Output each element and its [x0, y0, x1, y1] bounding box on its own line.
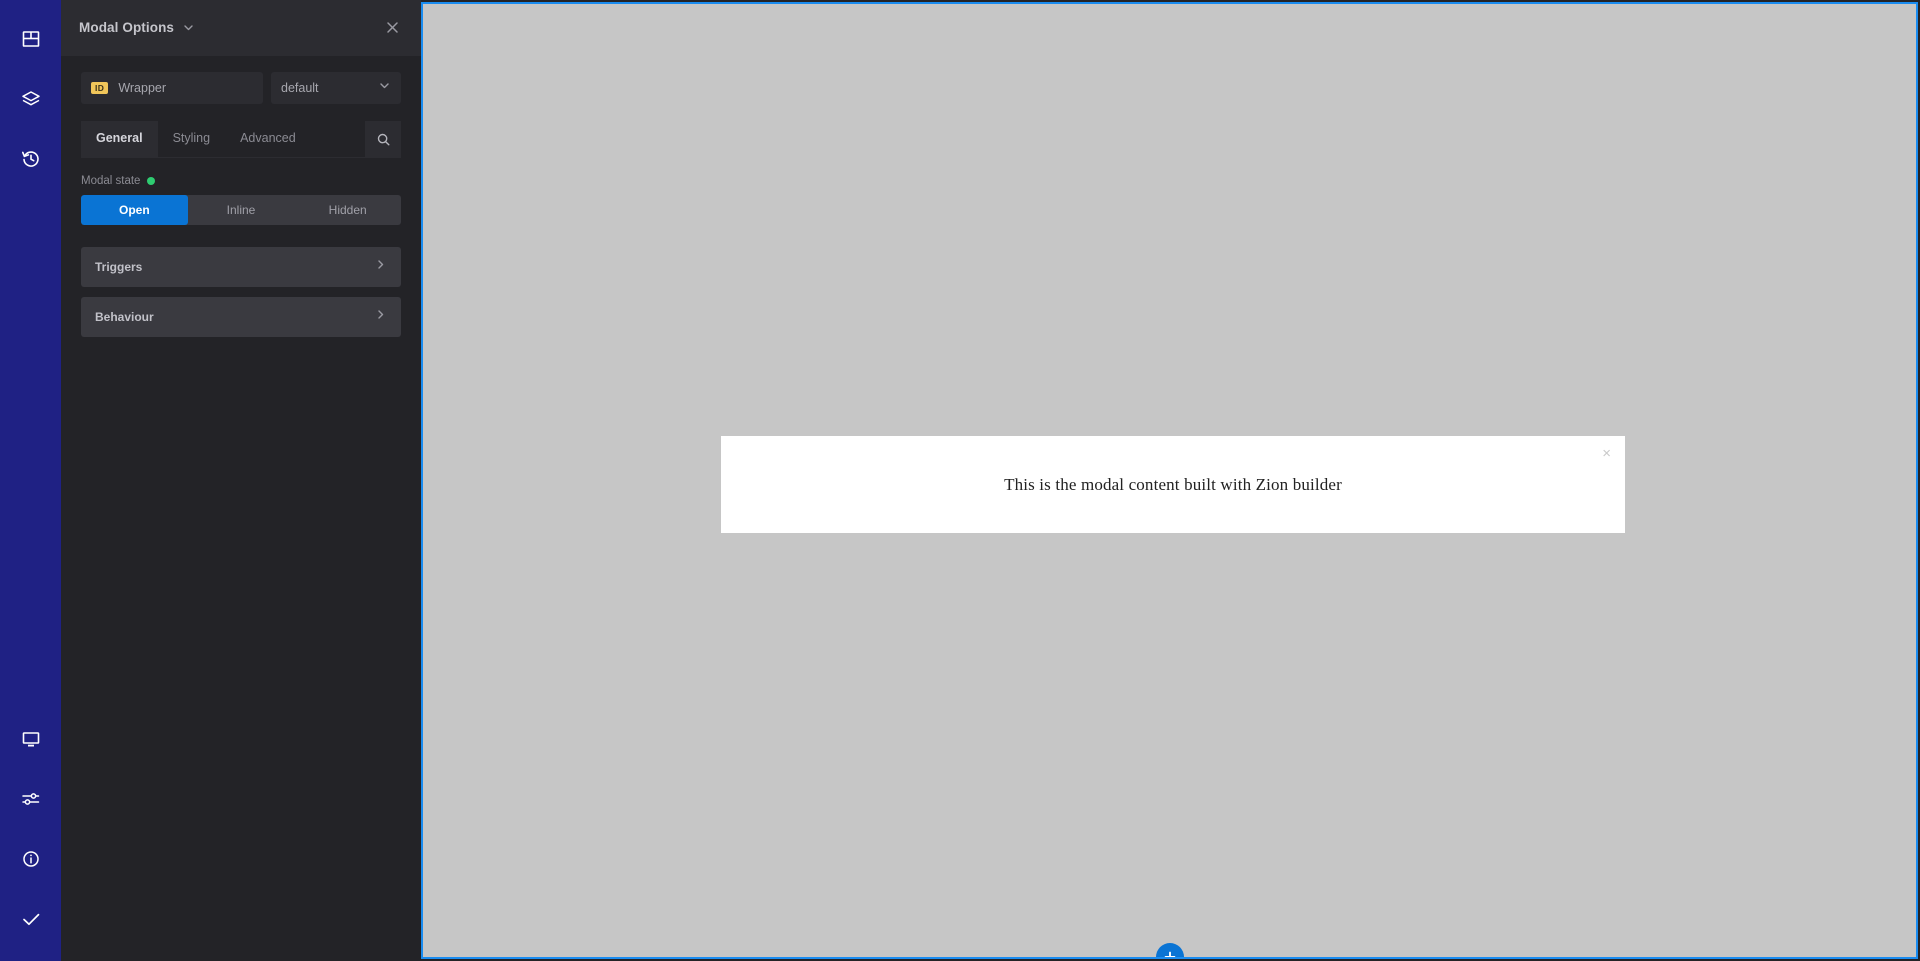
segment-hidden[interactable]: Hidden	[294, 195, 401, 225]
modal-state-segmented-control: Open Inline Hidden	[81, 195, 401, 225]
preview-canvas[interactable]: This is the modal content built with Zio…	[421, 2, 1918, 959]
monitor-icon[interactable]	[0, 709, 61, 769]
tab-advanced[interactable]: Advanced	[225, 121, 311, 157]
accordion-behaviour[interactable]: Behaviour	[81, 297, 401, 337]
history-icon[interactable]	[0, 129, 61, 189]
sliders-icon[interactable]	[0, 769, 61, 829]
modal-state-label-row: Modal state	[81, 175, 401, 187]
option-accordions: Triggers Behaviour	[81, 247, 401, 337]
chevron-right-icon	[374, 258, 387, 276]
layers-icon[interactable]	[0, 69, 61, 129]
panel-body: ID Wrapper default General Styling Advan…	[61, 56, 421, 347]
accordion-triggers[interactable]: Triggers	[81, 247, 401, 287]
chevron-down-icon	[378, 79, 391, 97]
modal-state-option-group: Modal state Open Inline Hidden	[81, 158, 401, 225]
tabs-spacer	[311, 121, 365, 157]
accordion-behaviour-label: Behaviour	[95, 310, 154, 324]
zion-builder-app: Modal Options ID Wrapper default General…	[0, 0, 1920, 961]
tab-styling[interactable]: Styling	[158, 121, 226, 157]
layout-grid-icon[interactable]	[0, 9, 61, 69]
check-icon[interactable]	[0, 889, 61, 949]
id-badge: ID	[91, 82, 109, 94]
page-title: Modal Options	[79, 20, 175, 35]
chevron-right-icon	[374, 308, 387, 326]
rail-top-group	[0, 0, 61, 189]
element-name-input[interactable]: ID Wrapper	[81, 72, 263, 104]
tab-general[interactable]: General	[81, 121, 158, 157]
close-icon[interactable]: ×	[1602, 446, 1611, 461]
element-state-select[interactable]: default	[271, 72, 401, 104]
modal-content-text: This is the modal content built with Zio…	[1004, 474, 1342, 494]
segment-inline[interactable]: Inline	[188, 195, 295, 225]
segment-open[interactable]: Open	[81, 195, 188, 225]
element-identity-row: ID Wrapper default	[81, 72, 401, 104]
panel-header: Modal Options	[61, 0, 421, 56]
status-badge	[147, 177, 156, 185]
add-element-button[interactable]	[1155, 943, 1184, 957]
element-name-value: Wrapper	[118, 81, 167, 95]
canvas-wrapper: This is the modal content built with Zio…	[421, 0, 1920, 961]
element-state-value: default	[281, 81, 319, 95]
rail-bottom-group	[0, 709, 61, 961]
chevron-down-icon[interactable]	[182, 21, 195, 34]
accordion-triggers-label: Triggers	[95, 260, 143, 274]
close-icon[interactable]	[381, 17, 403, 39]
modal-state-label: Modal state	[81, 175, 141, 187]
info-circle-icon[interactable]	[0, 829, 61, 889]
search-icon[interactable]	[365, 121, 401, 157]
modal-dialog[interactable]: This is the modal content built with Zio…	[721, 436, 1625, 533]
options-panel: Modal Options ID Wrapper default General…	[61, 0, 421, 961]
panel-tabs: General Styling Advanced	[81, 121, 401, 158]
left-icon-rail	[0, 0, 61, 961]
